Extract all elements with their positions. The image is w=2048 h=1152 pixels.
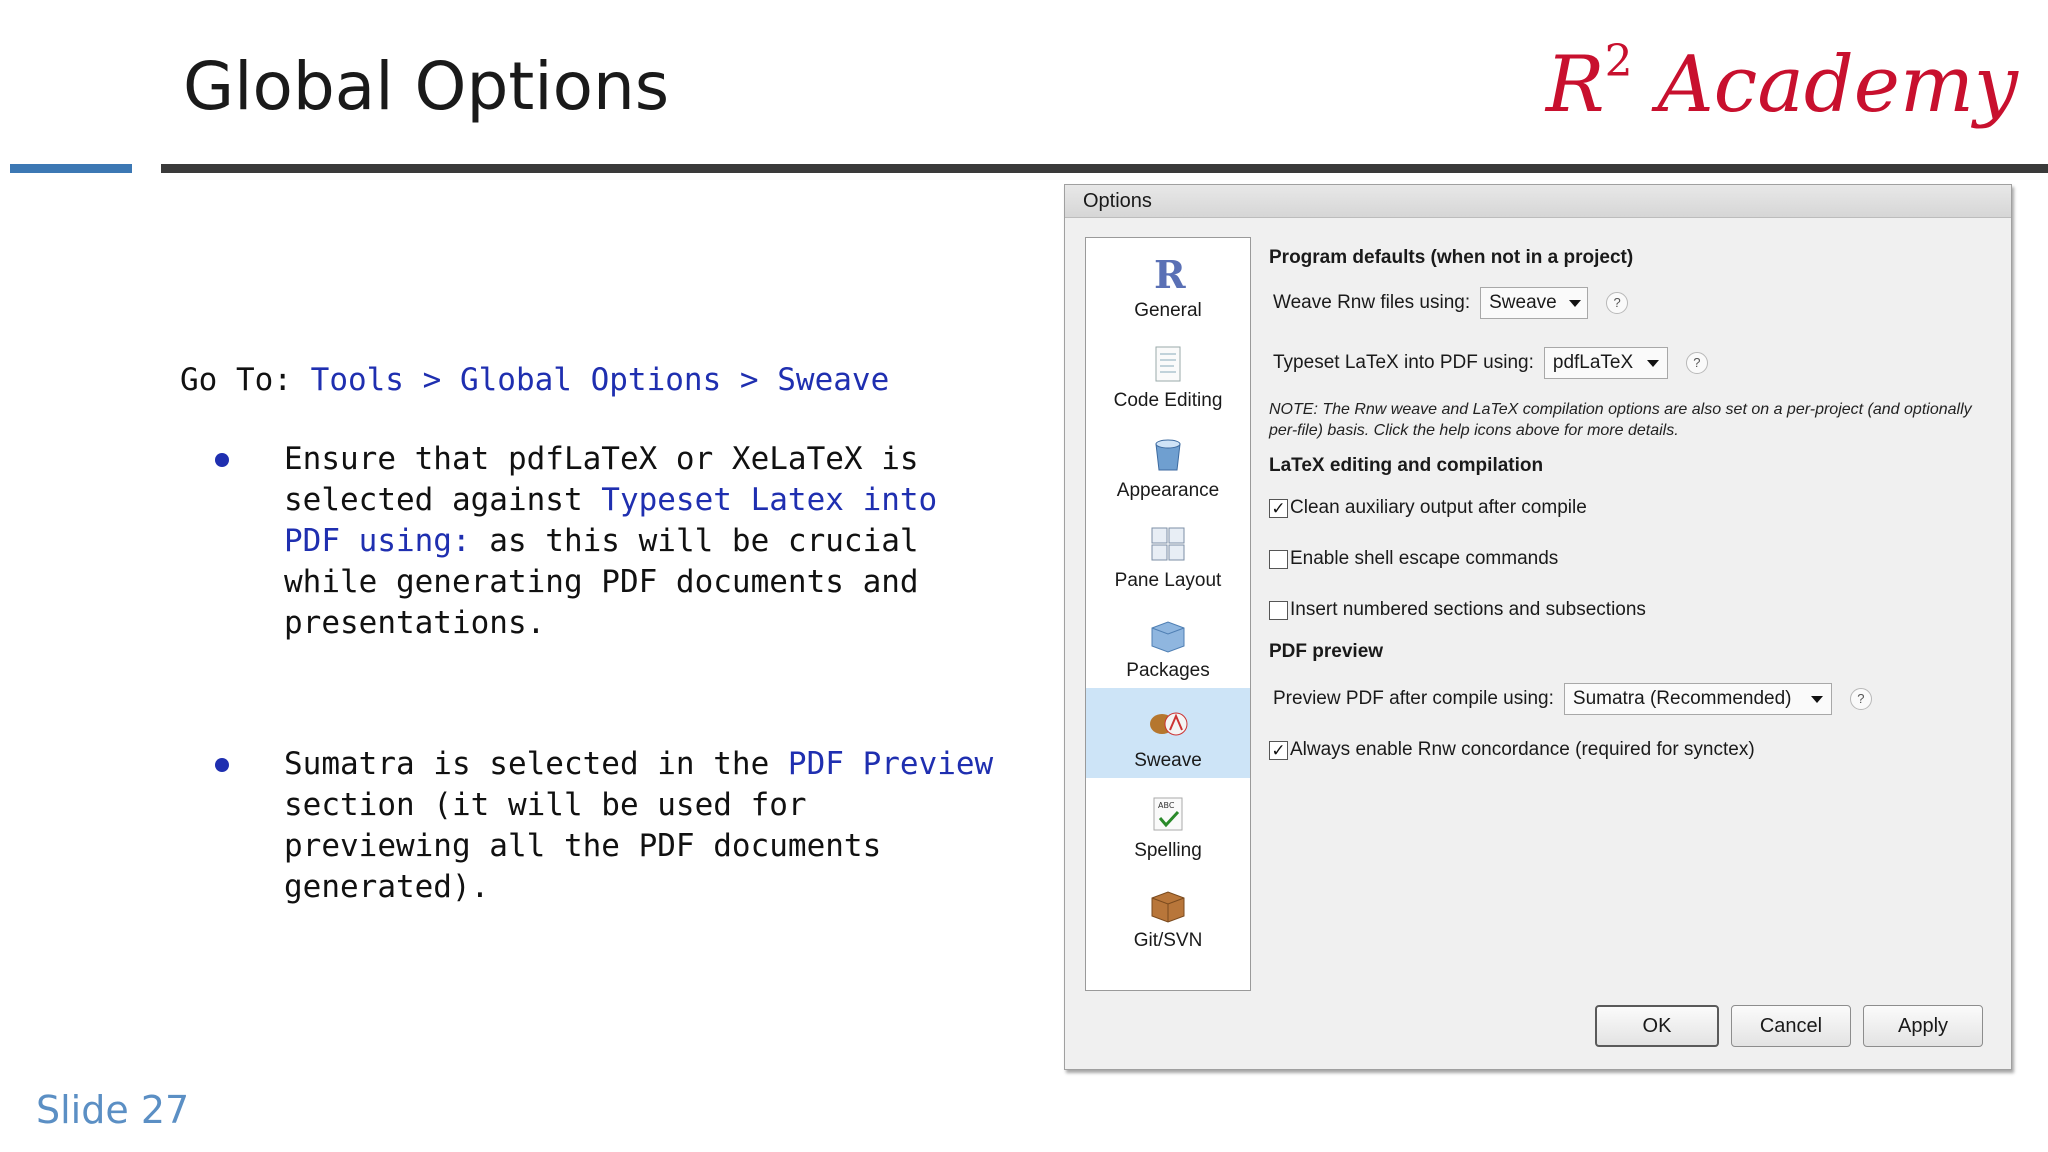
title-rule-accent — [10, 164, 132, 173]
clean-aux-checkbox[interactable]: ✓ Clean auxiliary output after compile — [1269, 491, 1989, 525]
checkbox-unchecked-icon — [1269, 549, 1288, 569]
checkbox-checked-icon: ✓ — [1269, 498, 1288, 518]
typeset-select[interactable]: pdfLaTeX — [1543, 347, 1668, 379]
apply-button[interactable]: Apply — [1863, 1005, 1983, 1047]
package-icon — [1151, 621, 1185, 653]
weave-row: Weave Rnw files using: Sweave ? — [1273, 287, 1989, 319]
goto-line: Go To: Tools > Global Options > Sweave — [180, 362, 890, 398]
help-icon[interactable]: ? — [1849, 688, 1872, 710]
help-icon[interactable]: ? — [1606, 292, 1629, 314]
dialog-title: Options — [1065, 185, 2011, 218]
sweave-settings: Program defaults (when not in a project)… — [1269, 237, 1989, 767]
grid-icon — [1151, 527, 1185, 561]
latex-heading: LaTeX editing and compilation — [1269, 455, 1544, 476]
title-rule — [161, 164, 2048, 173]
bullet-item: Ensure that pdfLaTeX or XeLaTeX is selec… — [180, 439, 1010, 644]
chevron-down-icon — [1646, 359, 1659, 367]
sidebar-item-appearance[interactable]: Appearance — [1086, 418, 1250, 508]
options-dialog: Options R General Code Editing Appearanc… — [1064, 184, 2012, 1070]
checkbox-checked-icon: ✓ — [1269, 740, 1288, 760]
sidebar-item-pane-layout[interactable]: Pane Layout — [1086, 508, 1250, 598]
sidebar-item-git-svn[interactable]: Git/SVN — [1086, 868, 1250, 958]
slide-title: Global Options — [183, 48, 670, 125]
slide-number: Slide 27 — [36, 1088, 190, 1132]
options-sidebar: R General Code Editing Appearance Pane L… — [1085, 237, 1251, 991]
instructions: Go To: Tools > Global Options > Sweave E… — [180, 360, 1010, 1008]
document-icon — [1155, 346, 1181, 382]
r-logo-icon: R — [1154, 254, 1186, 294]
preview-select[interactable]: Sumatra (Recommended) — [1563, 683, 1832, 715]
bullet-icon — [215, 453, 229, 467]
shell-escape-checkbox[interactable]: Enable shell escape commands — [1269, 542, 1989, 576]
help-icon[interactable]: ? — [1685, 352, 1708, 374]
bullet-icon — [215, 758, 229, 772]
sidebar-item-general[interactable]: R General — [1086, 238, 1250, 328]
svg-text:R: R — [1154, 254, 1186, 294]
sweave-pdf-icon — [1150, 712, 1188, 736]
chevron-down-icon — [1568, 299, 1581, 307]
bullet-item: Sumatra is selected in the PDF Preview s… — [180, 744, 1010, 908]
spellcheck-icon: ABC — [1153, 797, 1183, 831]
concordance-checkbox[interactable]: ✓ Always enable Rnw concordance (required… — [1269, 733, 1989, 767]
box-icon — [1151, 891, 1185, 923]
program-defaults-heading: Program defaults (when not in a project) — [1269, 247, 1634, 268]
sidebar-item-sweave[interactable]: Sweave — [1086, 688, 1250, 778]
sidebar-item-spelling[interactable]: ABC Spelling — [1086, 778, 1250, 868]
typeset-row: Typeset LaTeX into PDF using: pdfLaTeX ? — [1273, 347, 1989, 379]
ok-button[interactable]: OK — [1595, 1005, 1719, 1047]
note-text: NOTE: The Rnw weave and LaTeX compilatio… — [1269, 401, 1972, 439]
brand-logo: R2 Academy — [1545, 36, 2018, 130]
svg-text:ABC: ABC — [1158, 801, 1175, 810]
paint-bucket-icon — [1155, 439, 1181, 471]
chevron-down-icon — [1810, 695, 1823, 703]
weave-select[interactable]: Sweave — [1480, 287, 1589, 319]
preview-row: Preview PDF after compile using: Sumatra… — [1273, 683, 1989, 715]
sidebar-item-packages[interactable]: Packages — [1086, 598, 1250, 688]
numbered-sections-checkbox[interactable]: Insert numbered sections and subsections — [1269, 593, 1989, 627]
checkbox-unchecked-icon — [1269, 600, 1288, 620]
cancel-button[interactable]: Cancel — [1731, 1005, 1851, 1047]
pdf-preview-heading: PDF preview — [1269, 641, 1384, 662]
goto-path: Tools > Global Options > Sweave — [310, 362, 890, 398]
sidebar-item-code-editing[interactable]: Code Editing — [1086, 328, 1250, 418]
